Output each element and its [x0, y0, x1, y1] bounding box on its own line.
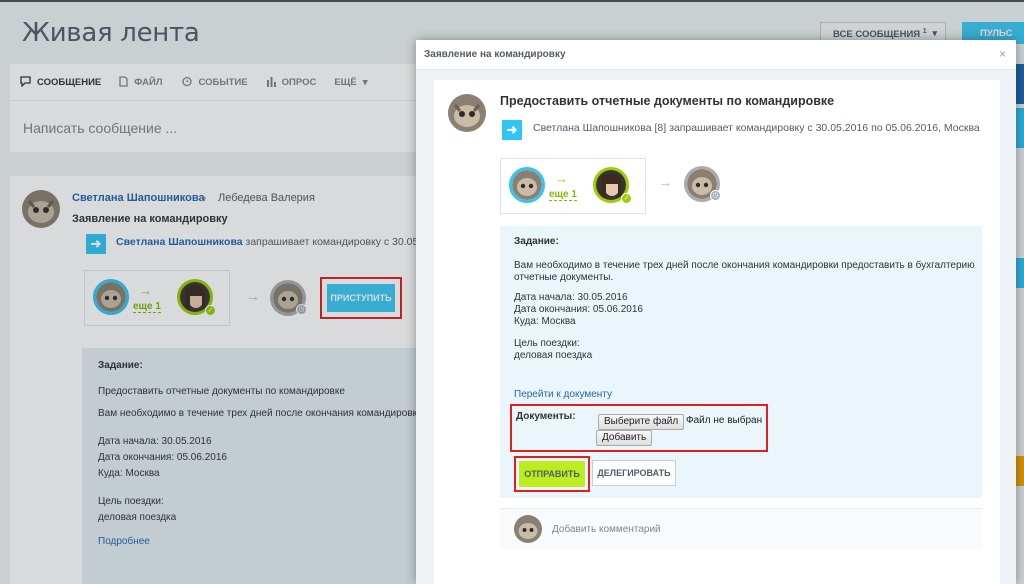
top-bar: [0, 0, 1024, 2]
start-button[interactable]: ПРИСТУПИТЬ: [327, 284, 395, 312]
sidebar-edge: [1016, 64, 1024, 104]
avatar[interactable]: [509, 167, 545, 203]
arrow-right-icon: →: [658, 174, 672, 190]
business-process-icon: ➜: [86, 234, 106, 254]
chevron-down-icon: ▾: [362, 77, 368, 88]
all-messages-label: ВСЕ СООБЩЕНИЯ: [833, 29, 921, 41]
arrow-right-icon: →: [246, 288, 260, 304]
checkmark-icon: ✓: [205, 305, 216, 316]
task-description-line: Вам необходимо в течение трех дней после…: [514, 260, 975, 271]
page-title: Живая лента: [22, 18, 200, 48]
clock-icon: ◷: [296, 304, 307, 315]
sidebar-edge: [1016, 108, 1024, 148]
close-icon[interactable]: ×: [999, 47, 1006, 61]
tab-more-label: ЕЩЁ: [334, 77, 357, 88]
task-label: Задание:: [514, 236, 559, 247]
more-participants-link[interactable]: еще 1: [549, 189, 577, 201]
sidebar-edge: [1016, 456, 1024, 486]
post-title: Заявление на командировку: [72, 213, 228, 225]
task-title: Предоставить отчетные документы по коман…: [98, 386, 345, 397]
task-description-line: отчетные документы.: [514, 272, 614, 283]
more-participants-link[interactable]: еще 1: [133, 301, 161, 313]
end-date: Дата окончания: 05.06.2016: [98, 452, 227, 463]
send-button-highlight: ОТПРАВИТЬ: [514, 456, 590, 492]
documents-section: Документы: Выберите файл Файл не выбран …: [510, 404, 768, 452]
arrow-right-icon: →: [139, 283, 152, 298]
task-card: Предоставить отчетные документы по коман…: [434, 80, 1000, 584]
go-to-document-link[interactable]: Перейти к документу: [514, 389, 612, 400]
file-icon: [119, 75, 128, 90]
send-button[interactable]: ОТПРАВИТЬ: [519, 461, 585, 487]
approval-flow: → еще 1 ✓: [84, 270, 230, 326]
all-messages-count: 1: [922, 28, 927, 35]
sidebar-edge: [1016, 258, 1024, 288]
business-process-icon: ➜: [502, 120, 522, 140]
post-recipient[interactable]: Лебедева Валерия: [218, 192, 315, 204]
start-date: Дата начала: 30.05.2016: [514, 292, 628, 303]
avatar[interactable]: [448, 94, 486, 132]
avatar[interactable]: [22, 190, 60, 228]
clock-icon: ◷: [710, 190, 721, 201]
poll-icon: [266, 76, 276, 90]
feed-post: Светлана Шапошникова › Лебедева Валерия …: [10, 176, 431, 584]
delegate-button[interactable]: ДЕЛЕГИРОВАТЬ: [592, 460, 676, 486]
request-text: запрашивает командировку с 30.05: [245, 236, 419, 248]
tab-file-label: ФАЙЛ: [134, 77, 163, 88]
alarm-icon: [181, 75, 193, 90]
task-label: Задание:: [98, 360, 143, 371]
purpose: деловая поездка: [98, 512, 177, 523]
add-comment-input[interactable]: Добавить комментарий: [552, 524, 661, 535]
task-description: Вам необходимо в течение трех дней после…: [98, 408, 431, 419]
tab-event[interactable]: СОБЫТИЕ: [181, 75, 248, 90]
documents-label: Документы:: [516, 411, 576, 422]
tab-message[interactable]: СООБЩЕНИЕ: [20, 75, 101, 90]
task-box: Задание: Предоставить отчетные документы…: [82, 348, 431, 584]
task-heading: Предоставить отчетные документы по коман…: [500, 94, 835, 108]
comment-bar: Добавить комментарий: [500, 508, 982, 550]
tab-event-label: СОБЫТИЕ: [198, 77, 248, 88]
choose-file-button[interactable]: Выберите файл: [598, 414, 685, 430]
tab-poll-label: ОПРОС: [281, 77, 317, 88]
destination: Куда: Москва: [514, 316, 576, 327]
details-link[interactable]: Подробнее: [98, 536, 150, 547]
purpose-label: Цель поездки:: [514, 338, 580, 349]
approval-flow: → еще 1 ✓: [500, 158, 646, 214]
divider: [10, 100, 420, 101]
tab-message-label: СООБЩЕНИЕ: [37, 77, 102, 88]
tab-poll[interactable]: ОПРОС: [266, 75, 317, 90]
request-line: Светлана Шапошникова запрашивает команди…: [116, 236, 418, 248]
dialog-header: Заявление на командировку ×: [416, 40, 1016, 70]
add-file-button[interactable]: Добавить: [596, 430, 653, 446]
no-file-text: Файл не выбран: [686, 415, 763, 426]
purpose-label: Цель поездки:: [98, 496, 164, 507]
post-composer: СООБЩЕНИЕ ФАЙЛ СОБЫТИЕ ОПРОС ЕЩЁ ▾ Напис…: [10, 64, 420, 152]
message-icon: [20, 75, 31, 90]
destination: Куда: Москва: [98, 468, 160, 479]
composer-tabs: СООБЩЕНИЕ ФАЙЛ СОБЫТИЕ ОПРОС ЕЩЁ ▾: [20, 75, 367, 90]
tab-more[interactable]: ЕЩЁ ▾: [334, 75, 367, 90]
start-date: Дата начала: 30.05.2016: [98, 436, 212, 447]
purpose: деловая поездка: [514, 350, 593, 361]
request-line: Светлана Шапошникова [8] запрашивает ком…: [533, 122, 980, 134]
chevron-right-icon: ›: [202, 190, 207, 205]
task-box: Задание: Вам необходимо в течение трех д…: [500, 226, 982, 498]
avatar: [514, 515, 542, 543]
dialog-title: Заявление на командировку: [424, 49, 566, 60]
request-author-link[interactable]: Светлана Шапошникова: [116, 236, 243, 248]
post-author-link[interactable]: Светлана Шапошникова: [72, 192, 205, 204]
business-trip-dialog: Заявление на командировку × Предоставить…: [416, 40, 1016, 584]
arrow-right-icon: →: [555, 171, 568, 186]
message-input[interactable]: Написать сообщение ...: [23, 120, 177, 136]
tab-file[interactable]: ФАЙЛ: [119, 75, 163, 90]
start-button-highlight: ПРИСТУПИТЬ: [320, 277, 402, 319]
chevron-down-icon: ▾: [932, 28, 937, 38]
checkmark-icon: ✓: [621, 193, 632, 204]
end-date: Дата окончания: 05.06.2016: [514, 304, 643, 315]
avatar[interactable]: [93, 279, 129, 315]
